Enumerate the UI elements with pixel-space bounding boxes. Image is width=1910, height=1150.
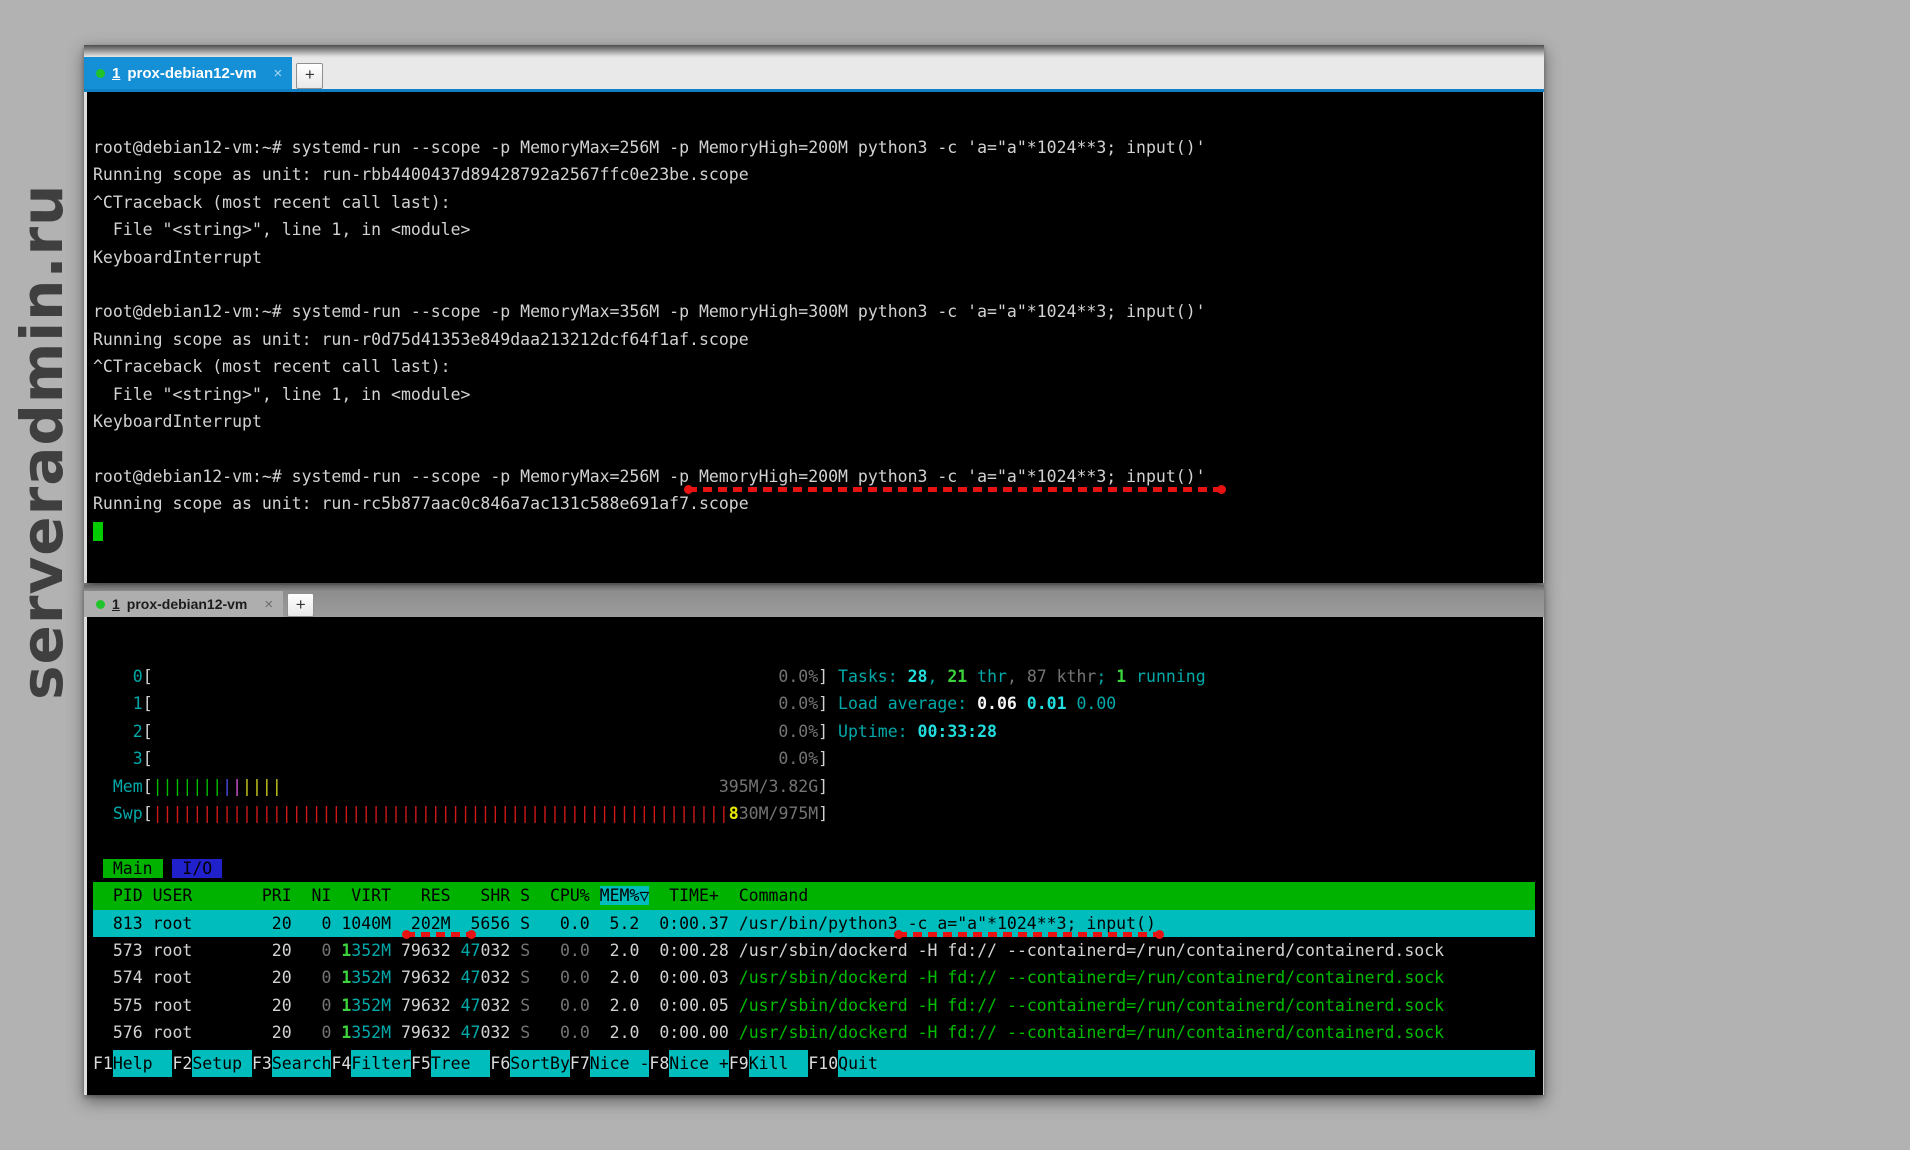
close-tab-icon[interactable]: × bbox=[274, 65, 283, 82]
fkey-label-F5[interactable]: Tree bbox=[431, 1050, 491, 1077]
tab-title: prox-debian12-vm bbox=[127, 65, 256, 82]
cpu-meter-3: 3[0.0%] bbox=[93, 745, 1535, 772]
fkey-F7[interactable]: F7 bbox=[570, 1050, 590, 1077]
terminal-line: KeyboardInterrupt bbox=[93, 244, 1535, 271]
fkey-F1[interactable]: F1 bbox=[93, 1050, 113, 1077]
fkey-F2[interactable]: F2 bbox=[172, 1050, 192, 1077]
annotation-underline-command bbox=[688, 487, 1222, 492]
terminal-line: Running scope as unit: run-rc5b877aac0c8… bbox=[93, 490, 1535, 517]
screen-tabs: Main I/O bbox=[93, 855, 1535, 882]
fkey-F6[interactable]: F6 bbox=[490, 1050, 510, 1077]
fkey-label-F6[interactable]: SortBy bbox=[510, 1050, 570, 1077]
fkey-label-F1[interactable]: Help bbox=[113, 1050, 173, 1077]
cpu-meter-2: 2[0.0%]Uptime: 00:33:28 bbox=[93, 718, 1535, 745]
function-key-bar: F1Help F2Setup F3SearchF4FilterF5Tree F6… bbox=[93, 1050, 1535, 1077]
fkey-F5[interactable]: F5 bbox=[411, 1050, 431, 1077]
terminal-cursor-line bbox=[93, 518, 1535, 545]
terminal-line: File "<string>", line 1, in <module> bbox=[93, 216, 1535, 243]
fkey-F4[interactable]: F4 bbox=[331, 1050, 351, 1077]
fkey-label-F2[interactable]: Setup bbox=[192, 1050, 252, 1077]
fkey-F9[interactable]: F9 bbox=[729, 1050, 749, 1077]
swap-meter: Swp[||||||||||||||||||||||||||||||||||||… bbox=[93, 800, 1535, 827]
terminal-line: File "<string>", line 1, in <module> bbox=[93, 381, 1535, 408]
fkey-label-F8[interactable]: Nice + bbox=[669, 1050, 729, 1077]
tab-index: 1 bbox=[112, 65, 120, 82]
terminal-line: root@debian12-vm:~# systemd-run --scope … bbox=[93, 298, 1535, 325]
new-tab-button[interactable]: + bbox=[296, 63, 323, 89]
fkey-label-F3[interactable]: Search bbox=[272, 1050, 332, 1077]
cpu-meter-1: 1[0.0%]Load average: 0.06 0.01 0.00 bbox=[93, 690, 1535, 717]
terminal-line: Running scope as unit: run-r0d75d41353e8… bbox=[93, 326, 1535, 353]
tab-title: prox-debian12-vm bbox=[127, 596, 248, 612]
table-row-selected: 813 root 20 0 1040M 202M 5656 S 0.0 5.2 … bbox=[93, 910, 1535, 937]
htop-screen[interactable]: 0[0.0%]Tasks: 28, 21 thr, 87 kthr; 1 run… bbox=[84, 617, 1544, 1095]
terminal-window-2: 1 prox-debian12-vm × + 0[0.0%]Tasks: 28,… bbox=[84, 585, 1544, 1095]
terminal-line: ^CTraceback (most recent call last): bbox=[93, 189, 1535, 216]
terminal-line: root@debian12-vm:~# systemd-run --scope … bbox=[93, 134, 1535, 161]
memory-meter: Mem[|||||||||||||395M/3.82G] bbox=[93, 773, 1535, 800]
fkey-label-F7[interactable]: Nice - bbox=[590, 1050, 650, 1077]
terminal-line: ^CTraceback (most recent call last): bbox=[93, 353, 1535, 380]
terminal-line: KeyboardInterrupt bbox=[93, 408, 1535, 435]
desktop: serveradmin.ru 1 prox-debian12-vm × + ro… bbox=[0, 0, 1910, 1150]
table-row: 575 root 20 0 1352M 79632 47032 S 0.0 2.… bbox=[93, 992, 1535, 1019]
session-status-icon bbox=[96, 69, 105, 78]
tab-index: 1 bbox=[112, 596, 120, 612]
table-header: PID USER PRI NI VIRT RES SHR S CPU% MEM%… bbox=[93, 882, 1535, 909]
terminal-line bbox=[93, 435, 1535, 462]
tab-bar: 1 prox-debian12-vm × + bbox=[84, 585, 1544, 617]
fkey-label-F4[interactable]: Filter bbox=[351, 1050, 411, 1077]
fkey-F8[interactable]: F8 bbox=[649, 1050, 669, 1077]
fkey-label-F9[interactable]: Kill bbox=[749, 1050, 809, 1077]
tab-prox-debian12-vm[interactable]: 1 prox-debian12-vm × bbox=[84, 57, 292, 89]
table-row: 574 root 20 0 1352M 79632 47032 S 0.0 2.… bbox=[93, 964, 1535, 991]
htop-content: 0[0.0%]Tasks: 28, 21 thr, 87 kthr; 1 run… bbox=[93, 663, 1535, 1047]
annotation-underline-res-202m bbox=[406, 932, 472, 937]
tab-bar: 1 prox-debian12-vm × + bbox=[84, 45, 1544, 89]
table-row: 573 root 20 0 1352M 79632 47032 S 0.0 2.… bbox=[93, 937, 1535, 964]
blank-line bbox=[93, 827, 1535, 854]
new-tab-button[interactable]: + bbox=[287, 593, 314, 617]
fkey-F3[interactable]: F3 bbox=[252, 1050, 272, 1077]
terminal-line bbox=[93, 271, 1535, 298]
table-row: 576 root 20 0 1352M 79632 47032 S 0.0 2.… bbox=[93, 1019, 1535, 1046]
close-tab-icon[interactable]: × bbox=[264, 596, 273, 613]
terminal-line: Running scope as unit: run-rbb4400437d89… bbox=[93, 161, 1535, 188]
annotation-underline-python-cmd bbox=[898, 932, 1160, 937]
fkey-label-F10[interactable]: Quit bbox=[838, 1050, 898, 1077]
fbar-fill bbox=[898, 1050, 1535, 1077]
terminal-output[interactable]: root@debian12-vm:~# systemd-run --scope … bbox=[84, 92, 1544, 583]
terminal-window-1: 1 prox-debian12-vm × + root@debian12-vm:… bbox=[84, 45, 1544, 583]
tab-prox-debian12-vm[interactable]: 1 prox-debian12-vm × bbox=[84, 591, 283, 617]
watermark: serveradmin.ru bbox=[4, 240, 80, 700]
fkey-F10[interactable]: F10 bbox=[808, 1050, 838, 1077]
session-status-icon bbox=[96, 600, 105, 609]
cpu-meter-0: 0[0.0%]Tasks: 28, 21 thr, 87 kthr; 1 run… bbox=[93, 663, 1535, 690]
